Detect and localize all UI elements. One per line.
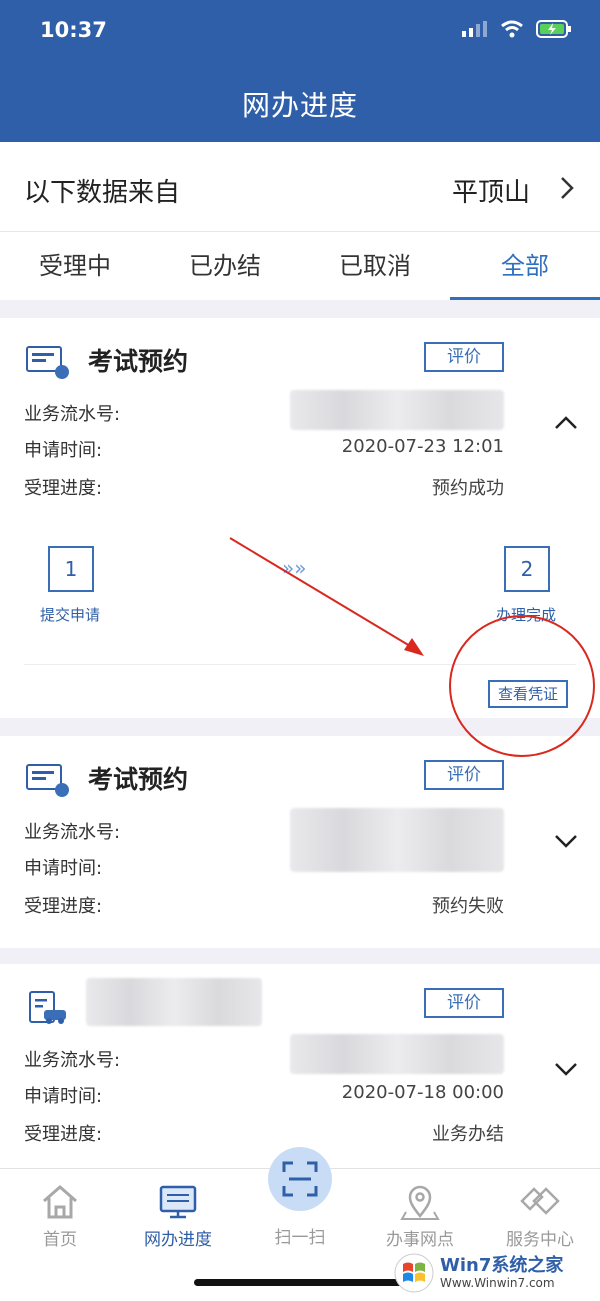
apply-time-label: 申请时间: xyxy=(24,1086,103,1107)
home-indicator xyxy=(194,1279,406,1286)
record-card: 考试预约 评价 业务流水号: 申请时间: 2020-07-23 12:01 受理… xyxy=(0,318,600,718)
status-time: 10:37 xyxy=(40,18,107,42)
view-voucher-button[interactable]: 查看凭证 xyxy=(488,680,568,708)
windows-logo-icon xyxy=(394,1253,434,1293)
divider xyxy=(24,664,576,665)
apply-time-label: 申请时间: xyxy=(24,858,103,879)
step-number: 2 xyxy=(504,546,550,592)
status-icons xyxy=(462,20,572,38)
progress-label: 受理进度: xyxy=(24,1124,103,1145)
home-icon xyxy=(43,1185,77,1219)
chevron-right-icon xyxy=(561,177,574,199)
progress-value: 业务办结 xyxy=(432,1124,504,1145)
tabbar-label: 首页 xyxy=(43,1230,77,1250)
record-card: 评价 业务流水号: 申请时间: 2020-07-18 00:00 受理进度: 业… xyxy=(0,964,600,1168)
signal-icon xyxy=(462,21,487,37)
scan-button[interactable] xyxy=(268,1147,332,1211)
serial-label: 业务流水号: xyxy=(24,1050,121,1071)
location-pin-icon xyxy=(400,1185,440,1220)
evaluate-button[interactable]: 评价 xyxy=(424,988,504,1018)
double-chevron-icon: »» xyxy=(282,556,307,580)
step-number: 1 xyxy=(48,546,94,592)
card-title-redacted xyxy=(86,978,262,1026)
exam-card-icon xyxy=(26,346,69,379)
tab-completed[interactable]: 已办结 xyxy=(150,232,300,300)
evaluate-button[interactable]: 评价 xyxy=(424,760,504,790)
serial-number-redacted xyxy=(290,808,504,872)
step-label: 办理完成 xyxy=(496,606,557,624)
watermark-brand: Win7系统之家 xyxy=(440,1255,564,1276)
page-title: 网办进度 xyxy=(241,89,358,122)
tabbar-label: 服务中心 xyxy=(506,1230,574,1250)
tab-all[interactable]: 全部 xyxy=(450,232,600,300)
tabbar-label: 网办进度 xyxy=(144,1230,212,1250)
tabbar-service-points[interactable]: 办事网点 xyxy=(360,1179,480,1250)
tabbar-label: 扫一扫 xyxy=(274,1228,326,1248)
battery-icon xyxy=(536,20,571,38)
tabbar-progress[interactable]: 网办进度 xyxy=(118,1179,238,1250)
record-card: 考试预约 评价 业务流水号: 申请时间: 受理进度: 预约失败 xyxy=(0,736,600,948)
data-source-label: 以下数据来自 xyxy=(24,178,181,208)
serial-number-redacted xyxy=(290,390,504,430)
step-label: 提交申请 xyxy=(40,606,101,624)
tabbar-service-center[interactable]: 服务中心 xyxy=(480,1179,600,1250)
progress-label: 受理进度: xyxy=(24,896,103,917)
apply-time-value: 2020-07-23 12:01 xyxy=(341,436,504,457)
card-title: 考试预约 xyxy=(88,347,189,376)
car-document-icon xyxy=(29,991,66,1024)
wifi-icon xyxy=(501,20,523,38)
watermark-url: Www.Winwin7.com xyxy=(440,1276,555,1290)
status-bar: 10:37 xyxy=(0,0,600,70)
scan-icon xyxy=(282,1161,318,1197)
evaluate-button[interactable]: 评价 xyxy=(424,342,504,372)
apply-time-value: 2020-07-18 00:00 xyxy=(341,1082,504,1103)
progress-value: 预约失败 xyxy=(432,896,504,917)
progress-label: 受理进度: xyxy=(24,478,103,499)
chevron-down-icon[interactable] xyxy=(554,834,578,848)
tab-cancelled[interactable]: 已取消 xyxy=(300,232,450,300)
tabbar-scan[interactable]: 扫一扫 xyxy=(240,1223,360,1248)
tabbar-home[interactable]: 首页 xyxy=(0,1179,120,1250)
apply-time-label: 申请时间: xyxy=(24,440,103,461)
progress-value: 预约成功 xyxy=(432,478,504,499)
handshake-icon xyxy=(520,1187,560,1215)
watermark: Win7系统之家 Www.Winwin7.com xyxy=(394,1249,594,1297)
serial-label: 业务流水号: xyxy=(24,822,121,843)
exam-card-icon xyxy=(26,764,69,797)
tabbar-label: 办事网点 xyxy=(386,1230,454,1250)
chevron-down-icon[interactable] xyxy=(554,1062,578,1076)
serial-label: 业务流水号: xyxy=(24,404,121,425)
status-tabs: 受理中 已办结 已取消 全部 xyxy=(0,232,600,300)
tab-processing[interactable]: 受理中 xyxy=(0,232,150,300)
chevron-up-icon[interactable] xyxy=(554,416,578,430)
serial-number-redacted xyxy=(290,1034,504,1074)
card-title: 考试预约 xyxy=(88,765,189,794)
nav-bar: 网办进度 xyxy=(0,70,600,142)
data-source-city: 平顶山 xyxy=(451,178,530,208)
monitor-icon xyxy=(159,1185,197,1219)
data-source-row[interactable]: 以下数据来自 平顶山 xyxy=(0,142,600,232)
